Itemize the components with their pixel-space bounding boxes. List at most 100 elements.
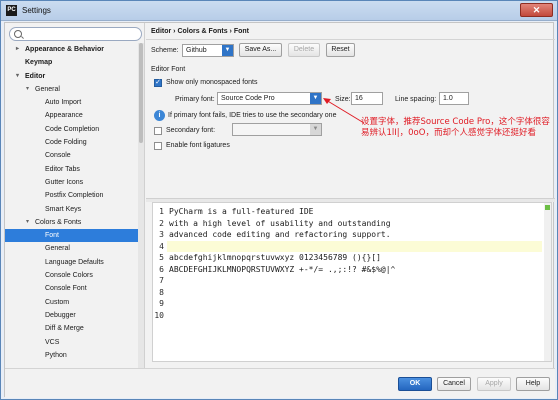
code-line[interactable] [167,298,542,310]
ligatures-label: Enable font ligatures [166,142,230,149]
sidebar-item-label: Console Font [45,285,87,293]
sidebar-item-label: Appearance & Behavior [25,46,104,53]
sidebar-item-label: Font [45,232,60,240]
line-number: 1 [159,207,164,216]
breadcrumb: Editor › Colors & Fonts › Font [151,28,249,35]
code-line[interactable]: ABCDEFGHIJKLMNOPQRSTUVWXYZ +-*/= .,;:!? … [167,264,542,276]
window-title: Settings [22,6,51,15]
code-line[interactable]: abcdefghijklmnopqrstuvwxyz 0123456789 ()… [167,252,542,264]
sidebar-item[interactable]: Smart Keys [5,203,138,216]
sidebar-item-label: General [35,85,60,93]
cancel-button[interactable]: Cancel [437,377,471,391]
sidebar-item[interactable]: Custom [5,296,138,309]
scheme-select[interactable]: Github ▼ [182,44,234,57]
help-button[interactable]: Help [516,377,550,391]
sidebar-item[interactable]: Code Completion [5,123,138,136]
sidebar-item[interactable]: Python [5,349,138,362]
sidebar-item[interactable]: Console Font [5,282,138,295]
line-spacing-input[interactable]: 1.0 [439,92,469,105]
sidebar-item[interactable]: Console Colors [5,269,138,282]
apply-button[interactable]: Apply [477,377,511,391]
close-button[interactable]: ✕ [520,3,553,17]
ligatures-checkbox[interactable] [154,142,162,150]
code-line[interactable] [167,240,542,252]
chevron-down-icon[interactable]: ▾ [16,70,19,83]
line-spacing-label: Line spacing: [395,96,437,103]
info-icon: i [154,110,165,121]
sidebar-item[interactable]: Postfix Completion [5,189,138,202]
header-divider [146,39,555,40]
sidebar-item-label: Appearance [45,112,83,120]
delete-button[interactable]: Delete [288,43,320,57]
code-line[interactable] [167,275,542,287]
code-line[interactable]: with a high level of usability and outst… [167,218,542,230]
sidebar-item[interactable]: Code Folding [5,136,138,149]
sidebar-item-label: Code Folding [45,139,87,147]
primary-font-select[interactable]: Source Code Pro ▼ [217,92,322,105]
sidebar-item-label: Python [45,351,67,359]
line-number: 7 [159,276,164,285]
code-line[interactable] [167,310,542,322]
sidebar-item[interactable]: Debugger [5,309,138,322]
search-input[interactable] [24,29,138,39]
sidebar-item-label: Console [45,152,71,160]
save-as-button[interactable]: Save As... [239,43,282,57]
scheme-label: Scheme: [151,47,179,54]
sidebar-item[interactable]: ▸ Appearance & Behavior [5,43,138,56]
sidebar-item-label: General [45,245,70,253]
line-number: 9 [159,299,164,308]
sidebar-item[interactable]: Diff & Merge [5,322,138,335]
chevron-down-icon[interactable]: ▾ [26,216,29,229]
sidebar-item-label: Diff & Merge [45,325,84,333]
line-number: 5 [159,253,164,262]
search-field[interactable] [9,27,142,41]
monospaced-checkbox[interactable]: ✓ [154,79,162,87]
sidebar-item[interactable]: Editor Tabs [5,163,138,176]
font-preview[interactable]: 1 2 3 4 5 6 7 8 9 10 PyCharm is a full-featured I… [152,202,552,362]
sidebar-item[interactable]: Auto Import [5,96,138,109]
sidebar-item[interactable]: Font [5,229,138,243]
line-number: 3 [159,230,164,239]
secondary-font-select[interactable]: ▼ [232,123,322,136]
chevron-down-icon: ▼ [310,93,321,104]
sidebar-item[interactable]: ▾ Editor [5,70,138,83]
sidebar-item[interactable]: Keymap [5,56,138,69]
monospaced-label: Show only monospaced fonts [166,79,258,86]
primary-font-value: Source Code Pro [221,95,275,102]
sidebar-item[interactable]: General [5,242,138,255]
line-number: 10 [154,310,164,320]
sidebar-item-label: Colors & Fonts [35,218,82,226]
sidebar-item[interactable]: Console [5,149,138,162]
code-line[interactable]: PyCharm is a full-featured IDE [167,206,542,218]
sidebar-item-label: Postfix Completion [45,192,104,200]
scheme-value: Github [186,47,207,54]
sidebar-item-label: Custom [45,298,70,306]
sidebar-scrollbar[interactable] [138,43,144,368]
sidebar-item-label: Gutter Icons [45,178,84,186]
sidebar-item[interactable]: Language Defaults [5,256,138,269]
title-bar: PC Settings ✕ [1,1,557,21]
chevron-down-icon[interactable]: ▾ [26,83,29,96]
preview-scrollbar[interactable] [544,203,551,361]
annotation-note: 设置字体，推荐Source Code Pro，这个字体很容易辨认1lI|，0oO… [361,117,550,138]
annotation-arrow [323,98,365,124]
ok-button[interactable]: OK [398,377,432,391]
sidebar-item-label: Editor Tabs [45,165,80,173]
sidebar-item[interactable]: ▾ General [5,83,138,96]
sidebar-scrollbar-thumb[interactable] [139,43,143,143]
primary-font-label: Primary font: [175,96,215,103]
code-line[interactable] [167,287,542,299]
reset-button[interactable]: Reset [326,43,355,57]
editor-font-header: Editor Font [151,66,186,73]
sidebar-item-label: Code Completion [45,125,100,133]
secondary-font-checkbox[interactable] [154,127,162,135]
sidebar-item[interactable]: ▾ Colors & Fonts [5,216,138,229]
line-number: 8 [159,287,164,297]
preview-code[interactable]: PyCharm is a full-featured IDE with a hig… [167,206,542,321]
sidebar-item[interactable]: Appearance [5,109,138,122]
sidebar-item-label: Console Colors [45,272,93,280]
code-line[interactable]: advanced code editing and refactoring su… [167,229,542,241]
sidebar-item[interactable]: VCS [5,336,138,349]
sidebar-item[interactable]: Gutter Icons [5,176,138,189]
chevron-right-icon[interactable]: ▸ [16,43,19,56]
